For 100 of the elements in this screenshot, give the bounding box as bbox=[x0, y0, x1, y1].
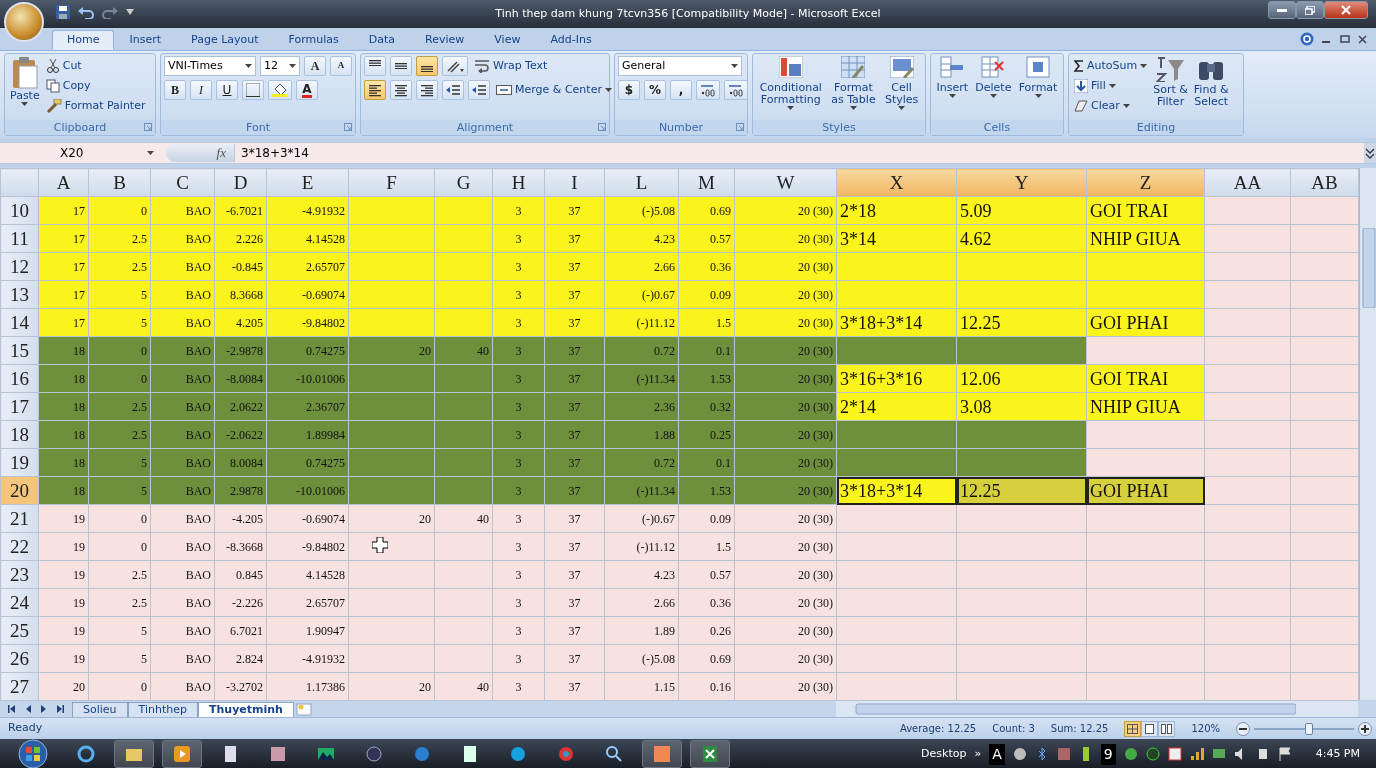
format-as-table-button[interactable]: Format as Table bbox=[827, 56, 880, 118]
start-orb-icon[interactable] bbox=[16, 739, 50, 768]
column-header[interactable]: B bbox=[88, 168, 151, 197]
column-header[interactable]: A bbox=[38, 168, 89, 197]
column-header[interactable]: I bbox=[544, 168, 605, 197]
copy-button[interactable]: Copy bbox=[43, 76, 148, 96]
delete-cells-button[interactable]: Delete bbox=[972, 56, 1015, 118]
align-left-button[interactable] bbox=[364, 80, 386, 100]
row-header[interactable]: 19 bbox=[0, 448, 39, 477]
page-layout-view-button[interactable] bbox=[1141, 720, 1159, 737]
insert-function-button[interactable]: fx bbox=[216, 143, 226, 163]
sheet-tab[interactable]: Tinhthep bbox=[127, 701, 198, 717]
find-select-button[interactable]: Find & Select bbox=[1191, 56, 1231, 118]
restore-button[interactable] bbox=[1296, 1, 1324, 19]
column-header[interactable]: C bbox=[150, 168, 215, 197]
row-header[interactable]: 13 bbox=[0, 280, 39, 309]
ribbon-tab[interactable]: Page Layout bbox=[176, 29, 274, 50]
tray-number[interactable]: 9 bbox=[1100, 743, 1116, 765]
bottom-align-button[interactable] bbox=[416, 56, 438, 76]
column-header[interactable]: X bbox=[836, 168, 957, 197]
bars-icon[interactable] bbox=[1189, 747, 1204, 761]
format-cells-button[interactable]: Format bbox=[1016, 56, 1060, 118]
font-name-field[interactable]: VNI-Times bbox=[164, 56, 256, 76]
ribbon-tab[interactable]: Insert bbox=[114, 29, 177, 50]
row-header[interactable]: 18 bbox=[0, 420, 39, 449]
autosum-button[interactable]: AutoSum bbox=[1072, 56, 1150, 76]
column-header[interactable]: D bbox=[214, 168, 267, 197]
bold-button[interactable]: B bbox=[164, 80, 186, 100]
customize-caret-icon[interactable] bbox=[126, 9, 134, 15]
row-header[interactable]: 17 bbox=[0, 392, 39, 421]
ribbon-tab[interactable]: Formulas bbox=[273, 29, 354, 50]
column-header[interactable]: G bbox=[434, 168, 493, 197]
decrease-indent-button[interactable] bbox=[442, 80, 464, 100]
shrink-font-button[interactable]: A bbox=[330, 56, 352, 76]
center-button[interactable] bbox=[390, 80, 412, 100]
previous-sheet-icon[interactable] bbox=[24, 705, 32, 713]
column-header[interactable]: M bbox=[678, 168, 735, 197]
row-header[interactable]: 12 bbox=[0, 252, 39, 281]
decrease-decimal-button[interactable] bbox=[724, 80, 748, 100]
format-painter-button[interactable]: Format Painter bbox=[43, 96, 148, 116]
restore-icon[interactable] bbox=[1340, 34, 1350, 44]
scrollbar-thumb-icon[interactable] bbox=[1362, 228, 1376, 308]
column-header[interactable]: F bbox=[348, 168, 435, 197]
row-header[interactable]: 22 bbox=[0, 532, 39, 561]
cut-button[interactable]: Cut bbox=[43, 56, 148, 76]
taskbar-app-button[interactable] bbox=[690, 740, 730, 768]
row-header[interactable]: 26 bbox=[0, 644, 39, 673]
flag-icon[interactable] bbox=[1277, 747, 1292, 761]
normal-view-button[interactable] bbox=[1124, 720, 1142, 737]
column-header[interactable]: L bbox=[604, 168, 679, 197]
zoom-in-icon[interactable] bbox=[1358, 721, 1372, 736]
sheet-tab[interactable]: Thuyetminh bbox=[198, 701, 294, 717]
page-break-view-button[interactable] bbox=[1158, 720, 1176, 737]
sort-filter-button[interactable]: Sort & Filter bbox=[1151, 56, 1190, 118]
column-header[interactable]: E bbox=[266, 168, 349, 197]
taskbar-app-button[interactable] bbox=[162, 740, 202, 768]
clock-text[interactable]: 4:45 PM bbox=[1315, 745, 1360, 763]
expand-caret-icon[interactable] bbox=[1364, 143, 1376, 163]
row-header[interactable]: 24 bbox=[0, 588, 39, 617]
zoom-level-text[interactable]: 120% bbox=[1191, 721, 1220, 736]
conditional-formatting-button[interactable]: Conditional Formatting bbox=[756, 56, 826, 118]
redo-icon[interactable] bbox=[102, 5, 118, 19]
percent-button[interactable]: % bbox=[644, 80, 666, 100]
font-size-field[interactable]: 12 bbox=[260, 56, 300, 76]
row-header[interactable]: 15 bbox=[0, 336, 39, 365]
next-sheet-icon[interactable] bbox=[40, 705, 48, 713]
underline-button[interactable]: U bbox=[216, 80, 238, 100]
ribbon-tab[interactable]: Home bbox=[52, 29, 115, 50]
first-sheet-icon[interactable] bbox=[8, 705, 16, 713]
cell-styles-button[interactable]: Cell Styles bbox=[881, 56, 922, 118]
insert-cells-button[interactable]: Insert bbox=[934, 56, 971, 118]
close-button[interactable] bbox=[1324, 1, 1368, 19]
merge-center-button[interactable]: Merge & Center bbox=[494, 80, 614, 100]
zoom-out-icon[interactable] bbox=[1236, 721, 1250, 736]
clear-button[interactable]: Clear bbox=[1072, 96, 1150, 116]
increase-decimal-button[interactable] bbox=[696, 80, 720, 100]
orientation-button[interactable] bbox=[442, 56, 468, 76]
shield-icon[interactable] bbox=[1167, 747, 1182, 761]
top-align-button[interactable] bbox=[364, 56, 386, 76]
circle-icon[interactable] bbox=[1145, 747, 1160, 761]
comma-button[interactable]: , bbox=[670, 80, 692, 100]
align-right-button[interactable] bbox=[416, 80, 438, 100]
undo-icon[interactable] bbox=[78, 5, 94, 19]
borders-button[interactable] bbox=[242, 80, 264, 100]
italic-button[interactable]: I bbox=[190, 80, 212, 100]
row-header[interactable]: 21 bbox=[0, 504, 39, 533]
row-header[interactable]: 27 bbox=[0, 672, 39, 701]
ribbon-tab[interactable]: Add-Ins bbox=[535, 29, 607, 50]
ribbon-tab[interactable]: Data bbox=[353, 29, 411, 50]
row-header[interactable]: 25 bbox=[0, 616, 39, 645]
close-icon[interactable] bbox=[1358, 34, 1368, 44]
row-header[interactable]: 10 bbox=[0, 196, 39, 225]
chevron-text[interactable]: » bbox=[974, 745, 982, 763]
toolbar-label[interactable]: Desktop bbox=[921, 745, 967, 763]
fill-color-button[interactable] bbox=[268, 80, 292, 100]
row-header[interactable]: 14 bbox=[0, 308, 39, 337]
row-header[interactable]: 23 bbox=[0, 560, 39, 589]
number-format-field[interactable]: General bbox=[618, 56, 742, 76]
fill-button[interactable]: Fill bbox=[1072, 76, 1150, 96]
last-sheet-icon[interactable] bbox=[56, 705, 64, 713]
